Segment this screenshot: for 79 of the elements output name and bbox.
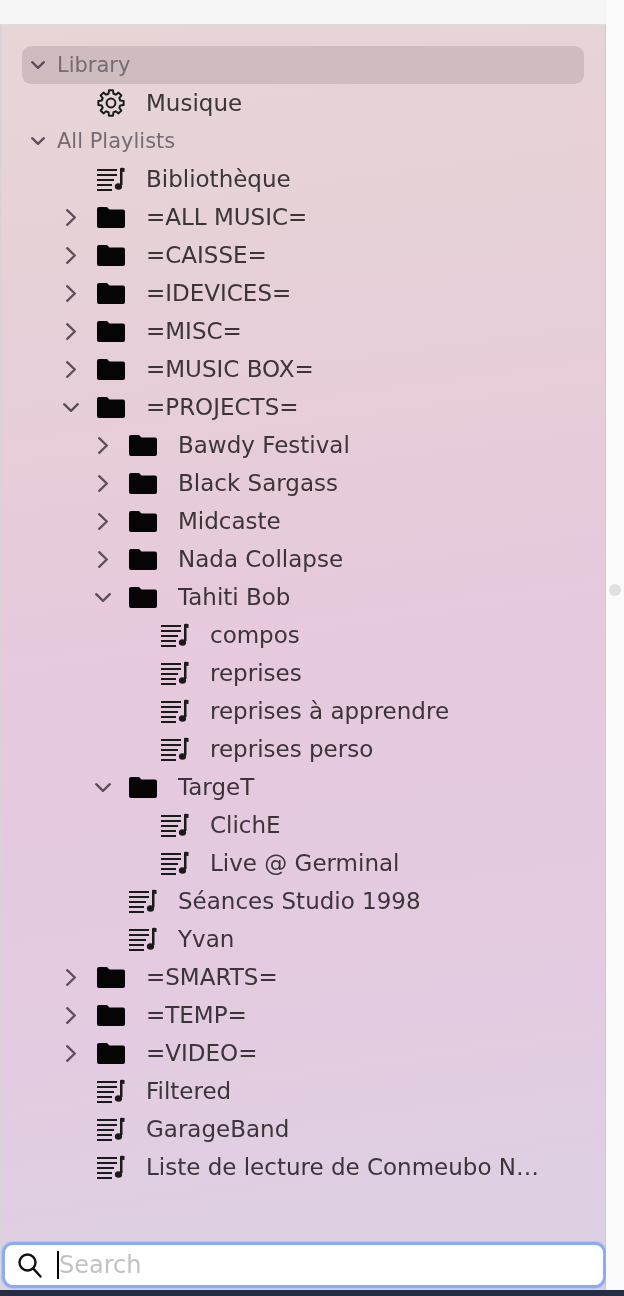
- resize-handle[interactable]: [609, 584, 621, 596]
- playlist-label[interactable]: compos: [210, 622, 300, 648]
- chevron-right-icon[interactable]: [66, 322, 76, 340]
- section-header[interactable]: All Playlists: [22, 122, 584, 160]
- chevron-right-icon[interactable]: [66, 246, 76, 264]
- folder-icon: [97, 396, 125, 418]
- folder-label[interactable]: Tahiti Bob: [178, 584, 291, 610]
- chevron-right-icon[interactable]: [66, 1006, 76, 1024]
- playlist-icon: [161, 661, 189, 685]
- folder-icon: [129, 776, 157, 798]
- chevron-right-icon[interactable]: [66, 1044, 76, 1062]
- folder-icon: [97, 1004, 125, 1026]
- folder-label[interactable]: Bawdy Festival: [178, 432, 350, 458]
- playlist-label[interactable]: reprises perso: [210, 736, 374, 762]
- folder-icon: [97, 358, 125, 380]
- chevron-down-icon[interactable]: [63, 402, 79, 412]
- playlist-icon: [97, 1117, 125, 1141]
- folder-icon: [97, 1042, 125, 1064]
- folder-label[interactable]: =TEMP=: [146, 1002, 247, 1028]
- playlist-icon: [129, 889, 157, 913]
- playlist-icon: [161, 737, 189, 761]
- playlist-label[interactable]: Bibliothèque: [146, 166, 291, 192]
- playlist-label[interactable]: Séances Studio 1998: [178, 888, 421, 914]
- folder-icon: [97, 966, 125, 988]
- chevron-right-icon[interactable]: [98, 436, 108, 454]
- playlist-icon: [97, 167, 125, 191]
- chevron-down-icon[interactable]: [95, 782, 111, 792]
- folder-icon: [129, 472, 157, 494]
- folder-icon: [97, 244, 125, 266]
- folder-icon: [97, 282, 125, 304]
- folder-icon: [129, 586, 157, 608]
- folder-label[interactable]: Midcaste: [178, 508, 281, 534]
- folder-label[interactable]: =VIDEO=: [146, 1040, 258, 1066]
- playlist-icon: [161, 623, 189, 647]
- playlist-label[interactable]: reprises à apprendre: [210, 698, 450, 724]
- chevron-right-icon[interactable]: [66, 284, 76, 302]
- gear-icon: [97, 89, 125, 117]
- playlist-label[interactable]: reprises: [210, 660, 302, 686]
- folder-icon: [129, 434, 157, 456]
- chevron-right-icon[interactable]: [66, 360, 76, 378]
- chevron-down-icon[interactable]: [31, 61, 45, 69]
- folder-label[interactable]: =SMARTS=: [146, 964, 278, 990]
- folder-label[interactable]: =MUSIC BOX=: [146, 356, 314, 382]
- folder-icon: [129, 510, 157, 532]
- folder-label[interactable]: Nada Collapse: [178, 546, 344, 572]
- text-cursor: [57, 1251, 59, 1279]
- playlist-icon: [161, 851, 189, 875]
- folder-label[interactable]: =MISC=: [146, 318, 242, 344]
- search-field[interactable]: Search: [2, 1242, 606, 1288]
- playlist-icon: [161, 813, 189, 837]
- folder-label[interactable]: TargeT: [178, 774, 255, 800]
- chevron-right-icon[interactable]: [66, 968, 76, 986]
- smart-playlist-label[interactable]: Musique: [146, 90, 243, 116]
- playlist-label[interactable]: Live @ Germinal: [210, 850, 400, 876]
- playlist-icon: [129, 927, 157, 951]
- chevron-down-icon[interactable]: [95, 592, 111, 602]
- folder-icon: [97, 320, 125, 342]
- folder-icon: [129, 548, 157, 570]
- folder-icon: [97, 206, 125, 228]
- search-icon: [18, 1252, 42, 1278]
- playlist-icon: [97, 1155, 125, 1179]
- playlist-icon: [97, 1079, 125, 1103]
- folder-label[interactable]: =CAISSE=: [146, 242, 267, 268]
- playlist-label[interactable]: Yvan: [178, 926, 235, 952]
- playlist-label[interactable]: Filtered: [146, 1078, 232, 1104]
- search-input[interactable]: Search: [59, 1251, 603, 1279]
- chevron-down-icon[interactable]: [31, 137, 45, 145]
- folder-label[interactable]: =IDEVICES=: [146, 280, 292, 306]
- chevron-right-icon[interactable]: [98, 512, 108, 530]
- folder-label[interactable]: =ALL MUSIC=: [146, 204, 308, 230]
- chevron-right-icon[interactable]: [98, 474, 108, 492]
- playlist-label[interactable]: ClichE: [210, 812, 281, 838]
- playlist-label[interactable]: GarageBand: [146, 1116, 290, 1142]
- folder-label[interactable]: =PROJECTS=: [146, 394, 299, 420]
- chevron-right-icon[interactable]: [66, 208, 76, 226]
- folder-label[interactable]: Black Sargass: [178, 470, 338, 496]
- playlist-label[interactable]: Liste de lecture de Conmeubo N…: [146, 1154, 539, 1180]
- playlist-icon: [161, 699, 189, 723]
- chevron-right-icon[interactable]: [98, 550, 108, 568]
